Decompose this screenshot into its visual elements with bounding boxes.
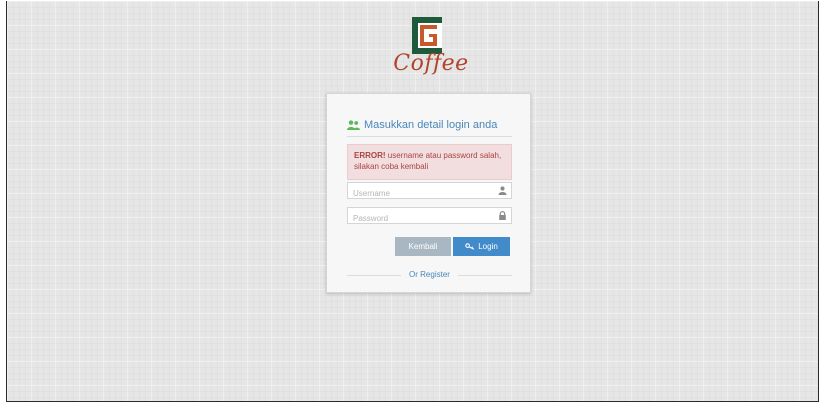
login-button[interactable]: Login (453, 237, 510, 256)
page-background: Coffee Masukkan detail login anda ERROR!… (6, 1, 819, 402)
lock-icon (499, 211, 506, 220)
register-divider: Or Register (347, 270, 512, 280)
logo-text: Coffee (393, 51, 469, 76)
register-link[interactable]: Or Register (347, 270, 512, 280)
login-title: Masukkan detail login anda (364, 119, 498, 131)
error-label: ERROR! (354, 151, 386, 160)
back-button[interactable]: Kembali (395, 237, 451, 256)
login-panel: Masukkan detail login anda ERROR! userna… (326, 93, 531, 293)
user-icon (498, 186, 507, 195)
logo-mark-icon (412, 17, 442, 54)
back-label: Kembali (408, 242, 438, 251)
login-header: Masukkan detail login anda (347, 114, 512, 137)
users-icon (347, 120, 360, 130)
username-field (347, 182, 512, 201)
brand-logo: Coffee (391, 17, 471, 81)
password-input[interactable] (348, 211, 498, 226)
username-input[interactable] (348, 186, 498, 201)
key-icon (465, 243, 475, 250)
error-alert: ERROR! username atau password salah, sil… (347, 144, 512, 180)
password-field (347, 207, 512, 226)
login-label: Login (478, 242, 498, 251)
